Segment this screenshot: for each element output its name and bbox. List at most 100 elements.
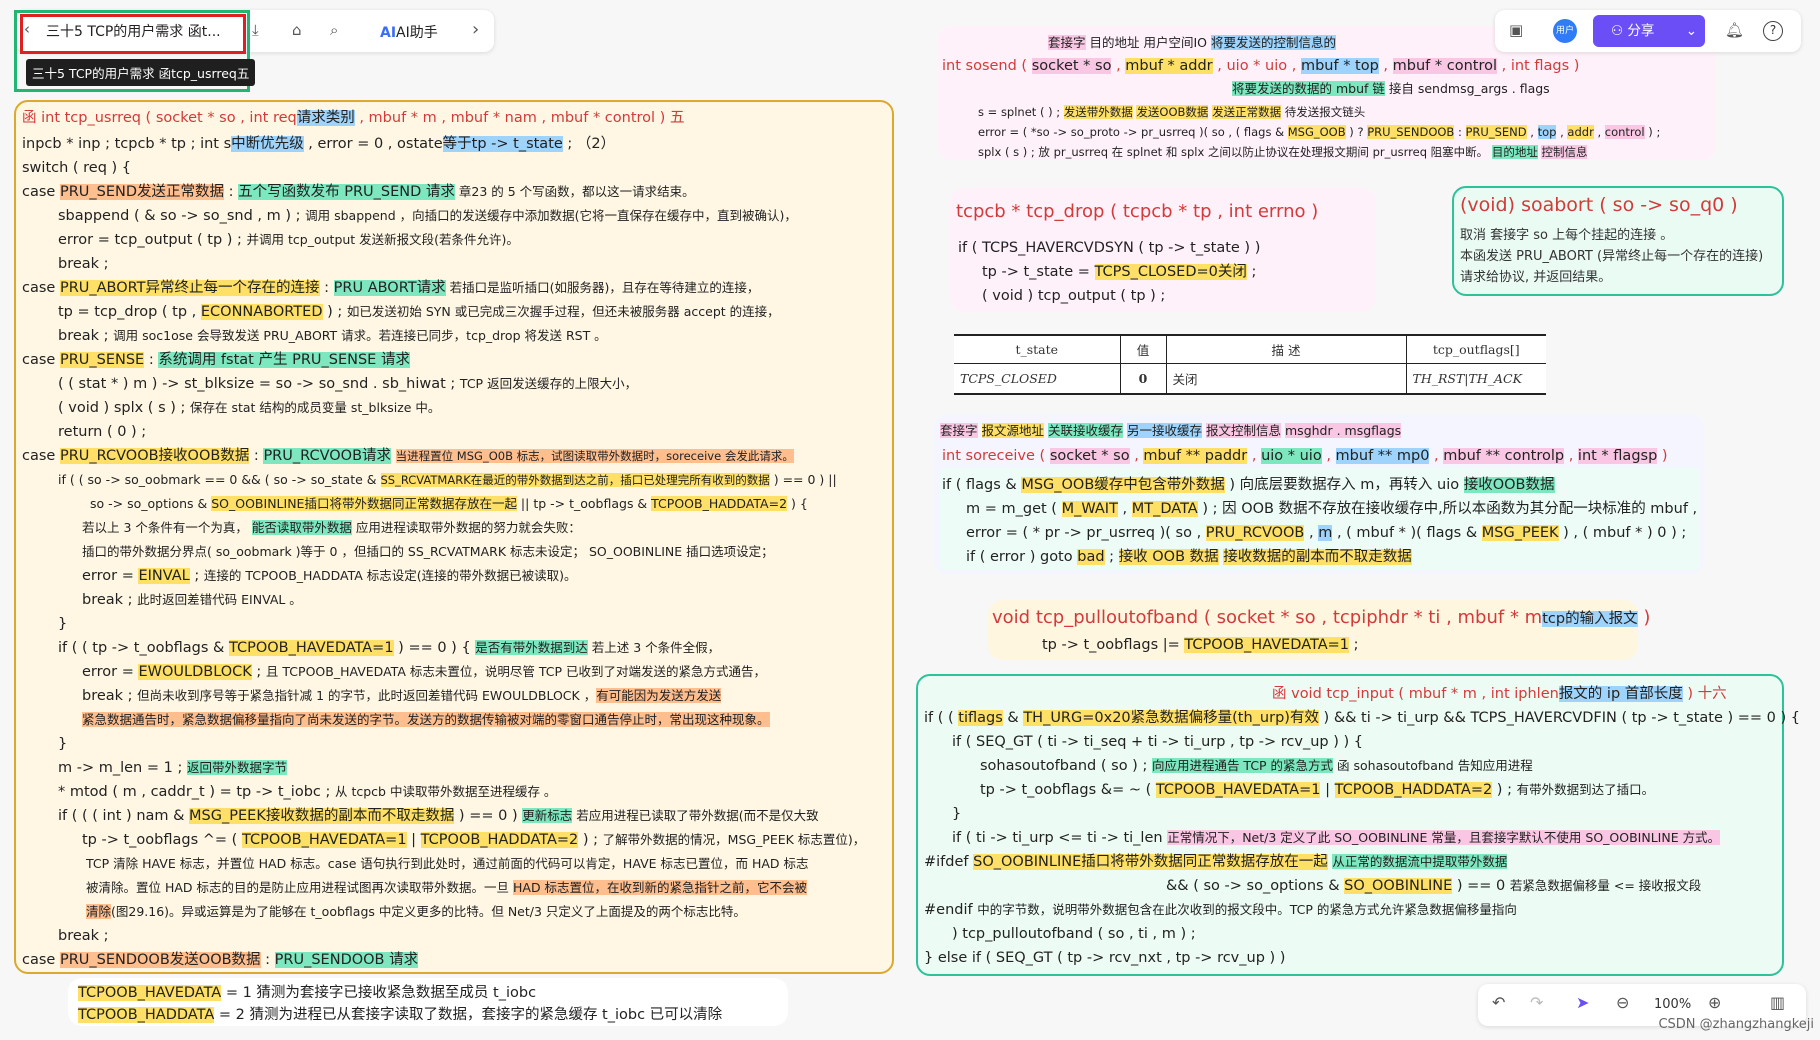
code-segment: 报文的 ip 首部长度 [1558, 686, 1683, 702]
code-segment: 中断优先级 [231, 136, 304, 152]
share-icon: ⚇ [1611, 23, 1628, 39]
code-segment: PRU_ABORT异常终止每一个存在的连接 [59, 280, 320, 296]
zoom-in-icon[interactable]: ⊕ [1708, 993, 1721, 1012]
code-segment: PRU_RCVOOB接收OOB数据 [59, 448, 250, 464]
code-segment: && ( so -> so_options & [1166, 878, 1345, 894]
code-segment: } [58, 736, 68, 752]
code-line: 若以上 3 个条件有一个为真， 能否读取带外数据 应用进程读取带外数据的努力就会… [82, 517, 581, 539]
code-segment: 接收OOB数据 [1463, 477, 1555, 493]
code-segment: 保存在 stat 结构的成员变量 st_blksize 中。 [190, 400, 441, 415]
code-segment: m [1318, 525, 1333, 541]
code-segment: } [952, 806, 962, 822]
code-segment: ( ( stat * ) m ) -> st_blksize = so -> s… [58, 376, 460, 392]
search-icon[interactable]: ⌕ [330, 21, 338, 39]
undo-icon[interactable]: ↶ [1492, 993, 1505, 1012]
code-segment: 另一接收缓存 [1127, 423, 1203, 438]
code-segment: 目的地址 用户空间IO [1085, 35, 1211, 50]
chevron-down-icon[interactable]: ⌄ [1686, 15, 1697, 47]
help-icon[interactable]: ? [1763, 21, 1783, 41]
pointer-icon[interactable]: ➤ [1576, 993, 1589, 1012]
code-segment: 套接字 [940, 423, 978, 438]
avatar[interactable]: 用户 [1553, 19, 1577, 43]
code-line: error = ( *so -> so_proto -> pr_usrreq )… [978, 121, 1660, 143]
code-line: #endif 中的字节数，说明带外数据包含在此次收到的报文段中。TCP 的紧急方… [924, 899, 1517, 921]
code-segment: mbuf * control [1392, 58, 1498, 74]
ai-assistant-button[interactable]: AIAI助手 [380, 22, 438, 42]
code-line: so -> so_options & SO_OOBINLINE插口将带外数据同正… [90, 493, 808, 515]
code-line: break ; 调用 soc1ose 会导致发送 PRU_ABORT 请求。若连… [58, 325, 607, 347]
code-segment: ; [189, 568, 204, 584]
code-segment: break ; [58, 928, 109, 944]
code-segment: ; [1246, 264, 1257, 280]
code-line: splx ( s ) ; 放 pr_usrreq 在 splnet 和 splx… [978, 141, 1588, 163]
code-segment: ) [1657, 448, 1668, 464]
code-line: ) tcp_pulloutofband ( so , ti , m ) ; [952, 923, 1196, 945]
code-segment: , [1429, 448, 1444, 464]
code-segment: tp -> t_oobflags &= ~ ( [980, 782, 1156, 798]
code-line: break ; 此时返回差错代码 EINVAL 。 [82, 589, 302, 611]
top-right-toolbar: ▣ 用户 ⚇ 分享 ⌄ 🔔︎ ? [1495, 10, 1801, 52]
code-line: break ; 但尚未收到序号等于紧急指针减 1 的字节，此时返回差错代码 EW… [82, 685, 722, 707]
chevron-right-icon[interactable]: › [472, 19, 479, 40]
table-cell: TCPS_CLOSED [954, 363, 1120, 395]
code-segment: int * flagsp [1577, 448, 1658, 464]
code-segment: || tp -> t_oobflags & [516, 496, 652, 511]
code-segment: 将要发送的数据的 mbuf 链 [1232, 81, 1385, 96]
code-segment: #ifdef [924, 854, 974, 870]
code-segment: & [1002, 710, 1024, 726]
code-line: TCPOOB_HAVEDATA = 1 猜测为套接字已接收紧急数据至成员 t_i… [78, 982, 536, 1004]
code-line: ( void ) tcp_output ( tp ) ; [982, 285, 1165, 307]
redo-icon[interactable]: ↷ [1530, 993, 1543, 1012]
table-header: 描 述 [1165, 334, 1406, 364]
code-line: break ; [58, 253, 109, 275]
code-segment: ) ; 因 OOB 数据不存放在接收缓存中,所以本函数为其分配一块标准的 mbu… [1197, 501, 1698, 517]
code-segment: PRU ABORT请求 [333, 280, 446, 296]
code-segment: 若应用进程已读取了带外数据(而不是仅大致 [572, 808, 819, 823]
code-segment: 关联接收缓存 [1048, 423, 1124, 438]
zoom-out-icon[interactable]: ⊖ [1616, 993, 1629, 1012]
code-segment: ) && ti -> ti_urp && TCPS_HAVERCVDFIN ( … [1318, 710, 1800, 726]
book-icon[interactable]: ▥ [1770, 993, 1785, 1012]
toolbox-icon[interactable]: ▣ [1509, 21, 1523, 39]
code-line: error = ( * pr -> pr_usrreq )( so , PRU_… [966, 522, 1686, 544]
code-segment: m -> m_len = 1 ; [58, 760, 187, 776]
code-line: } [58, 613, 67, 635]
code-segment: mbuf ** mp0 [1335, 448, 1430, 464]
code-line: tp -> t_oobflags |= TCPOOB_HAVEDATA=1 ; [1042, 634, 1359, 656]
code-line: if ( ( so -> so_oobmark == 0 && ( so -> … [58, 469, 837, 491]
code-segment: SO_OOBINLINE [1344, 878, 1453, 894]
code-segment: tp = tcp_drop ( tp , [58, 304, 201, 320]
code-line: 函 int tcp_usrreq ( socket * so , int req… [22, 107, 684, 129]
share-button[interactable]: ⚇ 分享 ⌄ [1593, 15, 1705, 47]
code-segment: 发送OOB数据 [1136, 105, 1209, 119]
zoom-level[interactable]: 100% [1654, 997, 1691, 1012]
bell-icon[interactable]: 🔔︎ [1725, 21, 1744, 39]
code-segment: 此时返回差错代码 EINVAL 。 [137, 592, 302, 607]
code-segment: TCPOOB_HADDATA [78, 1007, 215, 1023]
code-line: void tcp_pulloutofband ( socket * so , t… [992, 607, 1650, 630]
code-segment: : [260, 952, 275, 968]
code-segment: : [144, 352, 159, 368]
code-segment: PRU_SENDOOB 请求 [274, 952, 419, 968]
code-segment: 若紧急数据偏移量 <= 接收报文段 [1509, 878, 1702, 893]
download-icon[interactable]: ⤓ [252, 21, 259, 39]
table-header: tcp_outflags[] [1405, 334, 1546, 364]
code-segment: ; （2） [562, 136, 616, 152]
code-segment: 报文控制信息 [1206, 423, 1282, 438]
watermark: CSDN @zhangzhangkeji [1658, 1017, 1814, 1032]
code-line: if ( ( tiflags & TH_URG=0x20紧急数据偏移量(th_u… [924, 707, 1800, 729]
code-segment: ; [1104, 549, 1119, 565]
code-line: if ( error ) goto bad ; 接收 OOB 数据 接收数据的副… [966, 546, 1412, 568]
code-segment: m = m_get ( [966, 501, 1062, 517]
code-segment: ) == 0 [1452, 878, 1510, 894]
code-segment: 但尚未收到序号等于紧急指针减 1 的字节，此时返回差错代码 EWOULDBLOC… [137, 688, 597, 703]
code-segment: = 2 猜测为进程已从套接字读取了数据，套接字的紧急缓存 t_iobc 已可以清… [214, 1007, 723, 1023]
code-line: sbappend ( & so -> so_snd , m ) ; 调用 sba… [58, 205, 797, 227]
code-line: 套接字 目的地址 用户空间IO 将要发送的控制信息的 [1048, 32, 1336, 54]
code-segment: PRU_SENDOOB [1367, 125, 1455, 139]
code-segment: TCPOOB_HAVEDATA [78, 985, 222, 1001]
code-line: error = EWOULDBLOCK ; 且 TCPOOB_HAVEDATA … [82, 661, 766, 683]
code-segment: 函 [22, 110, 42, 126]
code-segment: int tcp_usrreq ( socket * so , int req [41, 110, 297, 126]
tag-icon[interactable]: ⌂ [292, 21, 302, 39]
